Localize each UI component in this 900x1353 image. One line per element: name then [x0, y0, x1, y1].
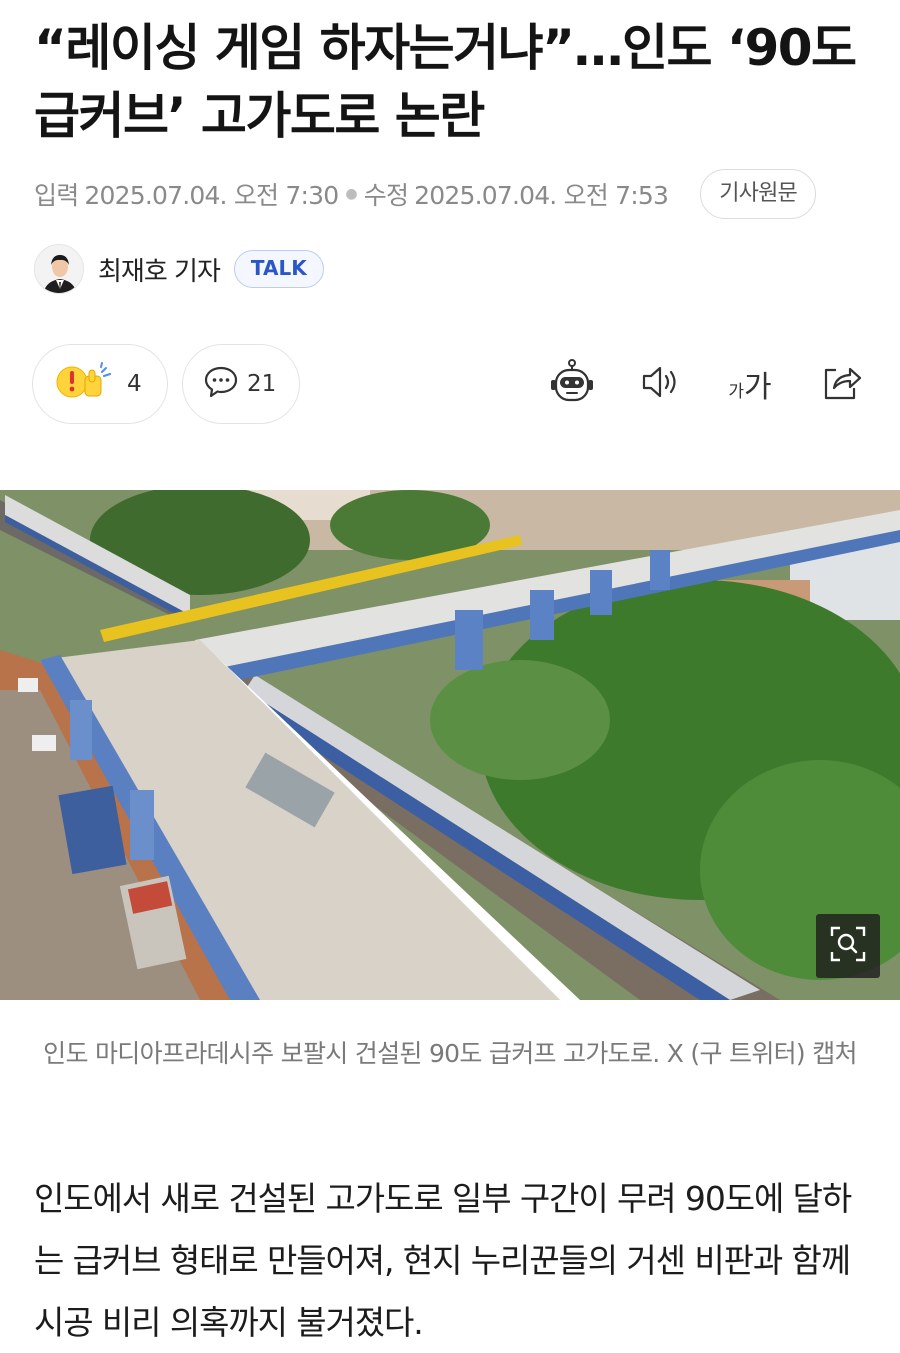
photo-caption: 인도 마디아프라데시주 보팔시 건설된 90도 급커프 고가도로. X (구 트… — [43, 1039, 857, 1068]
comment-count: 21 — [247, 371, 277, 397]
article-toolbar: 4 21 가가 — [32, 344, 872, 424]
modified-label: 수정 — [363, 181, 409, 210]
talk-button[interactable]: TALK — [233, 250, 324, 288]
zoom-icon — [828, 924, 868, 968]
comment-button[interactable]: 21 — [182, 344, 300, 424]
audio-icon — [638, 362, 682, 406]
article-headline: “레이싱 게임 하자는거냐”…인도 ‘90도 급커브’ 고가도로 논란 — [34, 19, 857, 145]
article-photo[interactable] — [0, 490, 900, 1000]
comment-icon — [203, 365, 239, 403]
reporter-avatar[interactable] — [34, 244, 84, 294]
reaction-icon — [55, 362, 119, 406]
reaction-count: 4 — [127, 371, 142, 397]
byline: 최재호 기자 TALK — [34, 242, 324, 296]
meta-separator: ● — [345, 186, 357, 202]
flyover-photo-illustration — [0, 490, 900, 1000]
ai-bot-icon — [548, 359, 596, 409]
article-body-paragraph: 인도에서 새로 건설된 고가도로 일부 구간이 무려 90도에 달하는 급커브 … — [34, 1179, 852, 1342]
published-label: 입력 — [34, 181, 79, 210]
ai-summary-button[interactable] — [546, 358, 598, 410]
font-size-button[interactable]: 가가 — [724, 358, 776, 410]
modified-time: 2025.07.04. 오전 7:53 — [414, 181, 669, 210]
reporter-name[interactable]: 최재호 기자 — [98, 251, 221, 288]
listen-button[interactable] — [634, 358, 686, 410]
font-size-icon: 가가 — [728, 370, 772, 405]
article-meta: 입력 2025.07.04. 오전 7:30 ● 수정 2025.07.04. … — [34, 168, 864, 220]
share-button[interactable] — [816, 358, 868, 410]
original-article-button[interactable]: 기사원문 — [700, 169, 816, 219]
published-time: 2025.07.04. 오전 7:30 — [84, 181, 339, 210]
photo-zoom-button[interactable] — [816, 914, 880, 978]
share-icon — [820, 362, 864, 406]
reaction-button[interactable]: 4 — [32, 344, 168, 424]
